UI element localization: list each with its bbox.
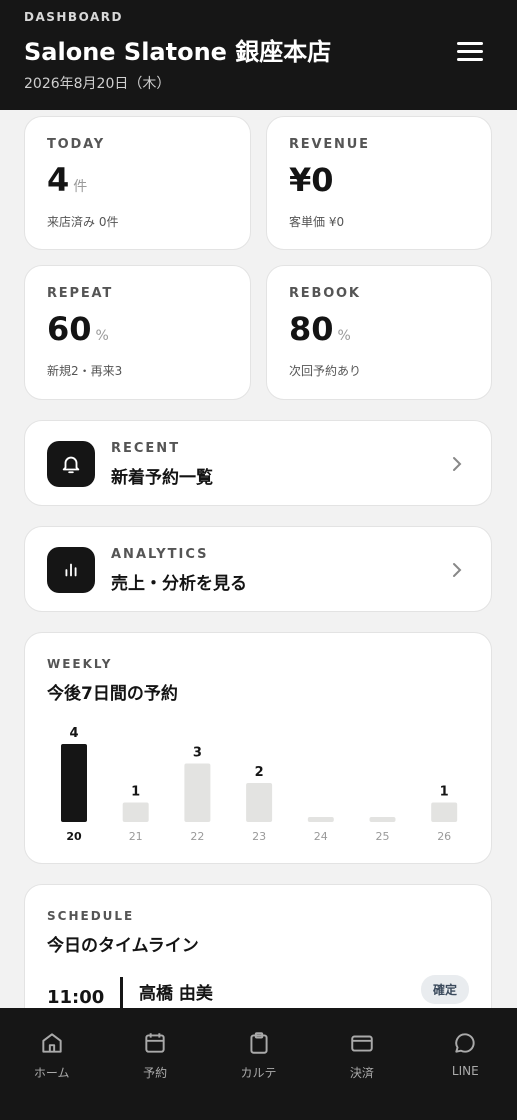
tab-label: 決済	[349, 1066, 374, 1080]
hamburger-menu-icon[interactable]	[457, 42, 483, 62]
stat-card-repeat[interactable]: REPEAT 60% 新規2・再来3	[24, 265, 251, 400]
recent-reservations-link[interactable]: RECENT 新着予約一覧	[24, 420, 492, 506]
status-badge: 確定	[420, 975, 469, 1004]
clipboard-icon	[249, 1032, 268, 1054]
tab-reservations[interactable]: 予約	[103, 1008, 206, 1120]
category-tick-label: 20	[66, 830, 82, 843]
bar-value-label: 4	[69, 726, 78, 741]
tab-label: LINE	[451, 1064, 479, 1078]
stat-unit: %	[337, 328, 351, 344]
bar-24	[307, 817, 334, 822]
chat-bubble-icon	[455, 1033, 475, 1053]
timeline-line	[120, 977, 123, 1008]
analytics-link[interactable]: ANALYTICS 売上・分析を見る	[24, 526, 492, 612]
stat-card-today[interactable]: TODAY 4件 来店済み 0件	[24, 116, 251, 250]
bar-26	[431, 802, 458, 822]
category-tick-label: 22	[190, 830, 204, 843]
salon-title: Salone Slatone 銀座本店	[24, 38, 332, 66]
bell-icon	[47, 441, 95, 487]
stat-label: REBOOK	[289, 286, 361, 301]
stat-unit: %	[95, 328, 109, 344]
tab-line[interactable]: LINE	[414, 1008, 517, 1120]
timeline-time: 11:00	[47, 987, 105, 1008]
link-title: 新着予約一覧	[111, 468, 213, 488]
stat-number: ¥0	[289, 161, 334, 199]
stat-label: TODAY	[47, 137, 105, 152]
stat-label: REPEAT	[47, 286, 114, 301]
stat-sub: 来店済み 0件	[47, 215, 119, 229]
bar-value-label: 1	[131, 785, 140, 800]
bar-21	[122, 802, 149, 822]
stat-value: 4件	[47, 161, 87, 199]
schedule-card: SCHEDULE 今日のタイムライン 11:00 高橋 由美 確定	[24, 884, 492, 1008]
stat-value: 80%	[289, 310, 351, 348]
bar-23	[246, 783, 273, 822]
stat-sub: 客単価 ¥0	[289, 215, 345, 229]
stat-number: 60	[47, 310, 92, 348]
bar-20	[61, 744, 87, 822]
tab-home[interactable]: ホーム	[0, 1008, 103, 1120]
calendar-icon	[145, 1033, 165, 1053]
chevron-right-icon	[453, 457, 462, 471]
weekly-bar-chart: 420121322223 24 25126	[61, 726, 458, 843]
category-tick-label: 25	[376, 830, 390, 843]
bar-chart-icon	[47, 547, 95, 593]
weekly-chart-card: WEEKLY 今後7日間の予約 4 20 1 21 3 22 2 23 24 25 1 26	[24, 632, 492, 864]
stat-sub: 新規2・再来3	[47, 364, 123, 378]
category-tick-label: 24	[314, 830, 328, 843]
bar-value-label: 1	[440, 785, 449, 800]
category-tick-label: 26	[437, 830, 451, 843]
stat-number: 4	[47, 161, 70, 199]
link-kicker: ANALYTICS	[111, 547, 209, 562]
tab-label: ホーム	[33, 1066, 70, 1080]
tab-label: カルテ	[240, 1066, 277, 1080]
category-tick-label: 21	[129, 830, 143, 843]
app-header: DASHBOARD Salone Slatone 銀座本店 2026年8月20日…	[0, 0, 517, 110]
credit-card-icon	[351, 1035, 373, 1052]
stat-value: ¥0	[289, 161, 338, 199]
tab-payment[interactable]: 決済	[310, 1008, 413, 1120]
dashboard-content[interactable]: TODAY 4件 来店済み 0件 REVENUE ¥0 客単価 ¥0 REPEA…	[0, 110, 517, 1008]
chevron-right-icon	[453, 563, 462, 577]
home-icon	[42, 1033, 62, 1053]
bottom-tab-bar: ホーム 予約 カルテ 決済 LINE	[0, 1008, 517, 1120]
section-kicker: SCHEDULE	[47, 909, 135, 923]
stat-sub: 次回予約あり	[289, 364, 362, 378]
stat-number: 80	[289, 310, 334, 348]
category-tick-label: 23	[252, 830, 266, 843]
stat-label: REVENUE	[289, 137, 370, 152]
bar-22	[184, 763, 211, 822]
stat-unit: 件	[73, 179, 88, 195]
header-kicker: DASHBOARD	[24, 10, 123, 24]
link-kicker: RECENT	[111, 441, 181, 456]
section-title: 今日のタイムライン	[47, 936, 199, 956]
header-date: 2026年8月20日（木）	[24, 76, 171, 92]
bar-value-label: 2	[255, 765, 264, 780]
timeline-customer-name: 高橋 由美	[139, 984, 213, 1004]
link-title: 売上・分析を見る	[111, 574, 247, 594]
bar-value-label: 3	[193, 746, 202, 761]
stat-card-rebook[interactable]: REBOOK 80% 次回予約あり	[266, 265, 492, 400]
stat-card-revenue[interactable]: REVENUE ¥0 客単価 ¥0	[266, 116, 492, 250]
tab-label: 予約	[143, 1066, 168, 1080]
bar-25	[369, 817, 396, 822]
stat-value: 60%	[47, 310, 109, 348]
tab-karte[interactable]: カルテ	[207, 1008, 310, 1120]
